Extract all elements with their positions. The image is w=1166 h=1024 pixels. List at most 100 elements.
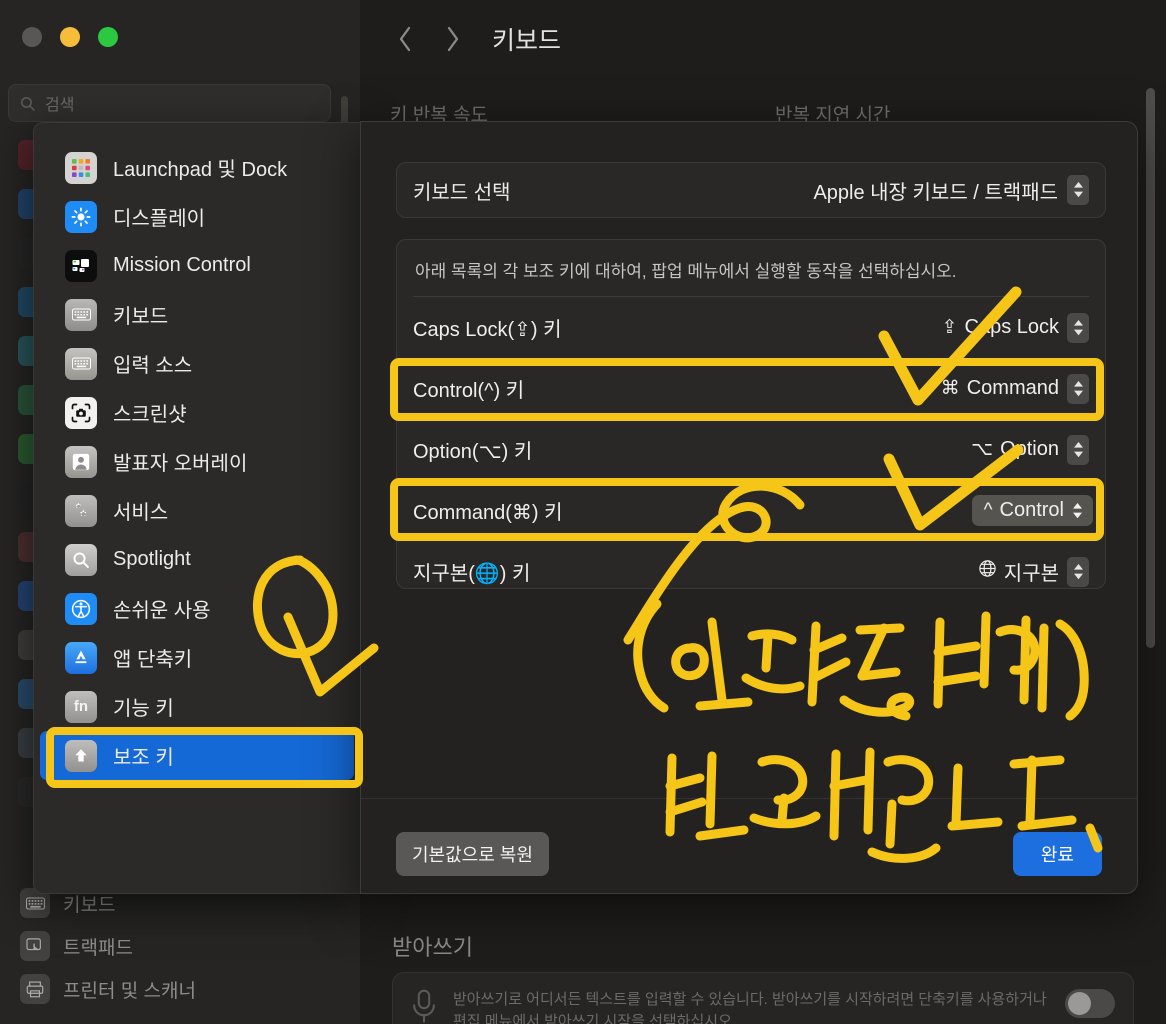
- modifier-row-caps-lock[interactable]: Caps Lock(⇪) 키 ⇪ Caps Lock: [397, 297, 1105, 358]
- popover-item-label: Launchpad 및 Dock: [113, 159, 288, 181]
- popover-item-label: 보조 키: [113, 747, 174, 769]
- sidebar-item-printers-scanners[interactable]: 프린터 및 스캐너: [12, 968, 328, 1010]
- globe-glyph-icon: [978, 559, 997, 584]
- keyboard-select-label: 키보드 선택: [413, 181, 511, 204]
- modifier-row-value-text: 지구본: [1003, 563, 1059, 585]
- search-placeholder: 검색: [45, 97, 75, 114]
- sidebar-item-label: 프린터 및 스캐너: [63, 980, 196, 1002]
- restore-defaults-button[interactable]: 기본값으로 복원: [396, 832, 549, 876]
- modifier-row-stepper[interactable]: [1067, 556, 1089, 587]
- modifier-shift-icon: [65, 739, 97, 772]
- popover-item-label: 스크린샷: [113, 404, 187, 426]
- services-gear-icon: [65, 494, 97, 527]
- done-button[interactable]: 완료: [1012, 832, 1102, 876]
- presenter-overlay-icon: [65, 445, 97, 478]
- modifier-row-name: Command(⌘) 키: [413, 502, 563, 524]
- dictation-title: 받아쓰기: [392, 935, 473, 960]
- microphone-icon: [413, 989, 435, 1023]
- modifier-row-name: Option(⌥) 키: [413, 441, 533, 463]
- sidebar-item-label: 트랙패드: [63, 937, 133, 959]
- popover-item-keyboard[interactable]: 키보드: [40, 290, 354, 339]
- spotlight-search-icon: [65, 543, 97, 576]
- popover-item-input-sources[interactable]: 입력 소스: [40, 339, 354, 388]
- popover-item-label: 기능 키: [113, 698, 174, 720]
- modifier-row-value[interactable]: 지구본: [978, 557, 1059, 586]
- popover-item-display[interactable]: 디스플레이: [40, 192, 354, 241]
- modifier-row-stepper[interactable]: [1067, 373, 1089, 404]
- modifier-row-stepper[interactable]: [1072, 502, 1083, 519]
- popover-item-screenshot[interactable]: 스크린샷: [40, 388, 354, 437]
- trackpad-icon: [20, 931, 50, 961]
- popover-item-modifier-keys[interactable]: 보조 키: [40, 731, 354, 780]
- caps-lock-glyph-icon: ⇪: [941, 317, 958, 338]
- close-button[interactable]: [22, 27, 42, 47]
- modifier-row-value[interactable]: ⌥ Option: [971, 438, 1059, 461]
- modifier-keys-card: 아래 목록의 각 보조 키에 대하여, 팝업 메뉴에서 실행할 동작을 선택하십…: [396, 239, 1106, 589]
- display-brightness-icon: [65, 200, 97, 233]
- popover-item-app-shortcuts[interactable]: 앱 단축키: [40, 633, 354, 682]
- popover-item-label: 앱 단축키: [113, 649, 193, 671]
- input-source-icon: [65, 347, 97, 380]
- popover-item-label: 키보드: [113, 306, 169, 328]
- popover-item-launchpad-dock[interactable]: Launchpad 및 Dock: [40, 143, 354, 192]
- minimize-button[interactable]: [60, 27, 80, 47]
- modifier-row-active-popup[interactable]: ^ Control: [971, 495, 1093, 526]
- modifier-description: 아래 목록의 각 보조 키에 대하여, 팝업 메뉴에서 실행할 동작을 선택하십…: [415, 262, 957, 281]
- dialog-separator: [361, 798, 1137, 799]
- keyboard-select-value: Apple 내장 키보드 / 트랙패드: [813, 181, 1058, 204]
- keyboard-select-stepper[interactable]: [1067, 175, 1089, 205]
- dictation-toggle[interactable]: [1065, 989, 1115, 1018]
- modifier-row-value-text: Control: [999, 499, 1064, 521]
- screenshot-icon: [65, 396, 97, 429]
- command-glyph-icon: ⌘: [940, 378, 960, 399]
- modifier-row-stepper[interactable]: [1067, 434, 1089, 465]
- modifier-row-name: 지구본(🌐) 키: [413, 563, 531, 585]
- main-scrollbar[interactable]: [1146, 88, 1155, 648]
- accessibility-icon: [65, 592, 97, 625]
- popover-item-presenter-overlay[interactable]: 발표자 오버레이: [40, 437, 354, 486]
- fn-key-icon: fn: [65, 690, 97, 723]
- modifier-row-control[interactable]: Control(^) 키 ⌘ Command: [397, 358, 1105, 419]
- dictation-desc-line1: 받아쓰기로 어디서든 텍스트를 입력할 수 있습니다. 받아쓰기를 시작하려면 …: [453, 991, 1047, 1008]
- modifier-keys-dialog: 키보드 선택 Apple 내장 키보드 / 트랙패드 아래 목록의 각 보조 키…: [360, 121, 1138, 894]
- app-shortcuts-icon: [65, 641, 97, 674]
- popover-item-function-keys[interactable]: fn 기능 키: [40, 682, 354, 731]
- maximize-button[interactable]: [98, 27, 118, 47]
- app-root: 검색 키보드 트랙패드 프린터 및 스캐너 키보드 키 반복 속도 반복 지연 …: [0, 0, 1166, 1024]
- search-icon: [20, 96, 35, 111]
- popover-item-label: 디스플레이: [113, 208, 205, 230]
- popover-item-accessibility[interactable]: 손쉬운 사용: [40, 584, 354, 633]
- popover-item-label: 손쉬운 사용: [113, 600, 211, 622]
- mission-control-icon: [65, 249, 97, 282]
- forward-button[interactable]: [431, 18, 473, 60]
- modifier-row-value-text: Option: [1000, 438, 1059, 460]
- modifier-row-name: Caps Lock(⇪) 키: [413, 319, 562, 341]
- popover-item-services[interactable]: 서비스: [40, 486, 354, 535]
- keyboard-icon: [65, 298, 97, 331]
- modifier-row-value[interactable]: ⇪ Caps Lock: [942, 316, 1059, 339]
- modifier-row-name: Control(^) 키: [413, 380, 525, 402]
- settings-popover-menu: Launchpad 및 Dock 디스플레이 Mission Control 키…: [33, 122, 360, 894]
- printer-icon: [20, 974, 50, 1004]
- control-glyph-icon: ^: [983, 499, 993, 521]
- page-title: 키보드: [492, 27, 562, 55]
- popover-item-label: Mission Control: [113, 254, 251, 276]
- back-button[interactable]: [384, 18, 426, 60]
- modifier-row-value[interactable]: ⌘ Command: [941, 377, 1059, 400]
- modifier-row-stepper[interactable]: [1067, 312, 1089, 343]
- search-field[interactable]: 검색: [8, 84, 331, 122]
- dictation-card: 받아쓰기로 어디서든 텍스트를 입력할 수 있습니다. 받아쓰기를 시작하려면 …: [392, 972, 1134, 1024]
- popover-item-spotlight[interactable]: Spotlight: [40, 535, 354, 584]
- popover-item-mission-control[interactable]: Mission Control: [40, 241, 354, 290]
- dictation-desc-line2: 편집 메뉴에서 받아쓰기 시작을 선택하십시오.: [453, 1012, 737, 1024]
- modifier-row-option[interactable]: Option(⌥) 키 ⌥ Option: [397, 419, 1105, 480]
- popover-item-label: Spotlight: [113, 548, 191, 570]
- traffic-lights: [22, 27, 118, 47]
- keyboard-select-row[interactable]: 키보드 선택 Apple 내장 키보드 / 트랙패드: [396, 162, 1106, 218]
- sidebar-item-trackpad[interactable]: 트랙패드: [12, 925, 328, 967]
- modifier-row-command[interactable]: Command(⌘) 키 ^ Control: [397, 480, 1105, 541]
- launchpad-dock-icon: [65, 151, 97, 184]
- popover-item-label: 입력 소스: [113, 355, 193, 377]
- popover-item-label: 발표자 오버레이: [113, 453, 248, 475]
- modifier-row-globe[interactable]: 지구본(🌐) 키 지구본: [397, 541, 1105, 602]
